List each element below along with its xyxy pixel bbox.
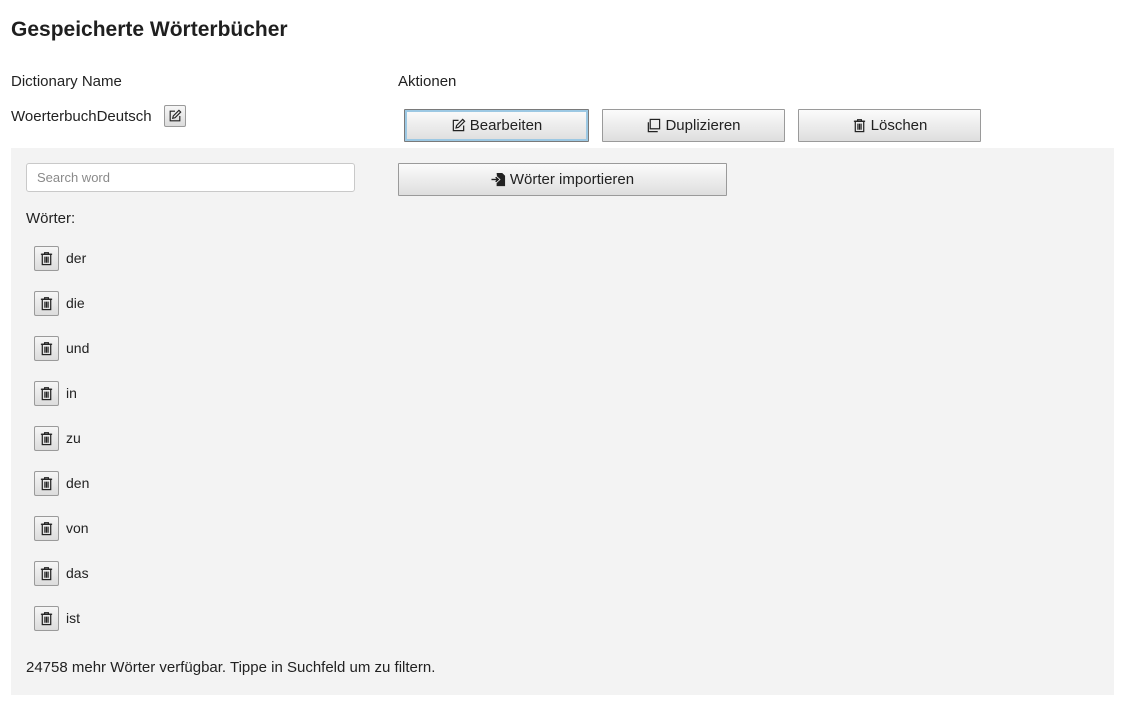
duplicate-button-label: Duplizieren [665, 117, 741, 134]
delete-word-button[interactable] [34, 381, 59, 406]
import-words-label: Wörter importieren [509, 171, 635, 188]
delete-button-label: Löschen [870, 117, 928, 134]
word-text: der [66, 250, 87, 266]
word-text: in [66, 385, 77, 401]
dictionary-name: WoerterbuchDeutsch [11, 108, 152, 125]
trash-icon [39, 296, 54, 311]
edit-button[interactable]: Bearbeiten [404, 109, 589, 142]
delete-word-button[interactable] [34, 336, 59, 361]
column-header-actions: Aktionen [398, 73, 457, 90]
word-text: den [66, 475, 90, 491]
trash-icon [39, 251, 54, 266]
copy-icon [646, 118, 661, 133]
delete-word-button[interactable] [34, 516, 59, 541]
delete-word-button[interactable] [34, 471, 59, 496]
import-words-button[interactable]: Wörter importieren [398, 163, 727, 196]
word-text: ist [66, 610, 80, 626]
duplicate-button[interactable]: Duplizieren [602, 109, 785, 142]
more-words-note: 24758 mehr Wörter verfügbar. Tippe in Su… [26, 659, 436, 676]
trash-icon [852, 118, 867, 133]
word-text: und [66, 340, 90, 356]
word-text: von [66, 520, 89, 536]
rename-dictionary-button[interactable] [164, 105, 186, 127]
delete-word-button[interactable] [34, 246, 59, 271]
page-title: Gespeicherte Wörterbücher [11, 18, 288, 41]
edit-icon [451, 118, 466, 133]
search-word-input[interactable] [26, 163, 355, 192]
delete-word-button[interactable] [34, 561, 59, 586]
trash-icon [39, 476, 54, 491]
delete-word-button[interactable] [34, 426, 59, 451]
edit-icon [168, 109, 182, 123]
trash-icon [39, 611, 54, 626]
trash-icon [39, 386, 54, 401]
delete-word-button[interactable] [34, 291, 59, 316]
trash-icon [39, 341, 54, 356]
word-text: die [66, 295, 85, 311]
trash-icon [39, 566, 54, 581]
file-import-icon [491, 172, 506, 187]
trash-icon [39, 431, 54, 446]
trash-icon [39, 521, 54, 536]
words-heading: Wörter: [26, 210, 76, 227]
word-text: zu [66, 430, 81, 446]
edit-button-label: Bearbeiten [469, 117, 543, 134]
delete-word-button[interactable] [34, 606, 59, 631]
column-header-name: Dictionary Name [11, 73, 122, 90]
delete-button[interactable]: Löschen [798, 109, 981, 142]
dictionary-detail-panel: Wörter importieren Wörter: der die [11, 148, 1114, 695]
word-text: das [66, 565, 89, 581]
